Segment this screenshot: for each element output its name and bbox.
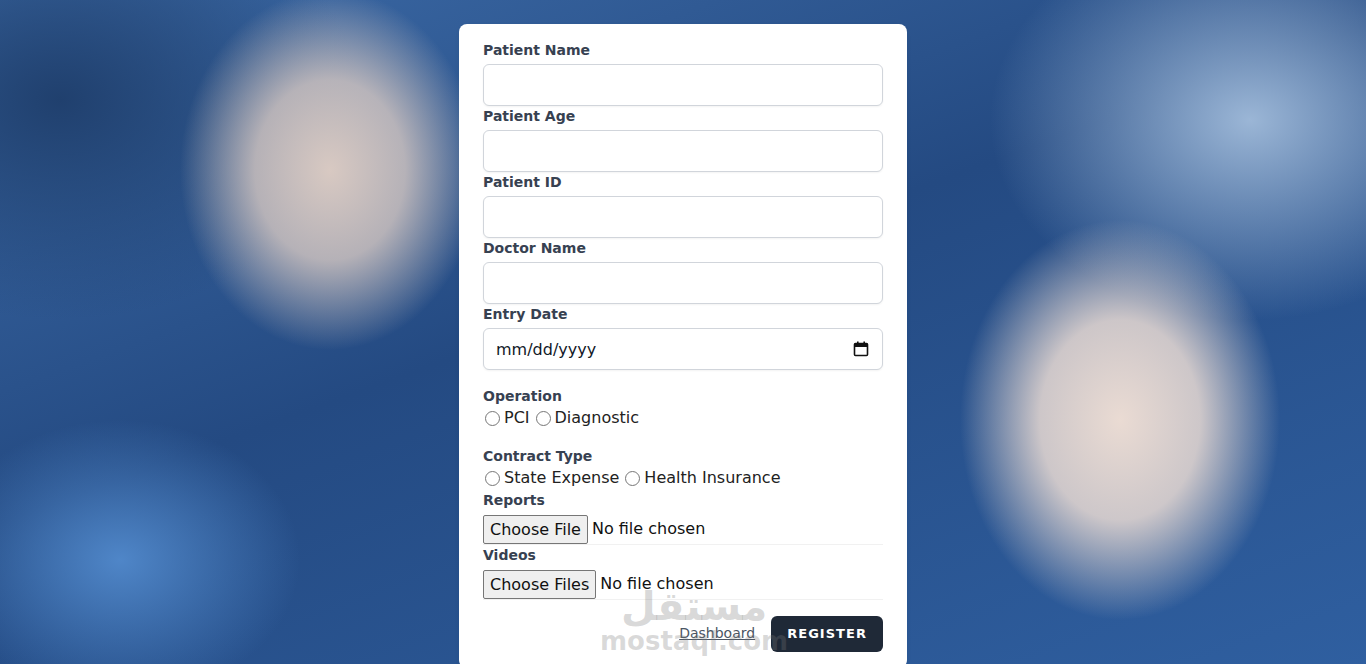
radio-label[interactable]: Diagnostic	[555, 406, 640, 430]
field-label: Patient Name	[483, 40, 883, 60]
upload-label: Videos	[483, 545, 883, 565]
text-field[interactable]	[483, 196, 883, 238]
watermark-arabic: مستقل	[600, 586, 788, 626]
text-field[interactable]	[483, 130, 883, 172]
radio-row: State Expense Health Insurance	[483, 466, 883, 490]
watermark-latin: mostaql.com	[600, 628, 788, 654]
contract-type-group: Contract TypeState Expense Health Insuran…	[483, 446, 883, 490]
field-label: Patient Age	[483, 106, 883, 126]
calendar-icon[interactable]	[853, 341, 869, 357]
radio-button[interactable]	[625, 471, 640, 486]
videos-upload: Videos Choose FilesNo file chosen	[483, 545, 883, 600]
group-label: Contract Type	[483, 446, 883, 466]
reports-upload: Reports Choose FileNo file chosen	[483, 490, 883, 545]
field-label: Patient ID	[483, 172, 883, 192]
radio-button[interactable]	[536, 411, 551, 426]
form-actions: Dashboard REGISTER	[483, 616, 883, 652]
field-label: Doctor Name	[483, 238, 883, 258]
register-button[interactable]: REGISTER	[771, 616, 883, 652]
radio-row: PCI Diagnostic	[483, 406, 883, 430]
dashboard-link[interactable]: Dashboard	[679, 623, 755, 644]
date-field-wrap	[483, 328, 883, 370]
radio-button[interactable]	[485, 411, 500, 426]
upload-label: Reports	[483, 490, 883, 510]
field-label: Entry Date	[483, 304, 883, 324]
radio-label[interactable]: PCI	[504, 406, 530, 430]
watermark: مستقلmostaql.com	[600, 586, 788, 654]
text-field[interactable]	[483, 64, 883, 106]
text-field[interactable]	[483, 262, 883, 304]
radio-label[interactable]: Health Insurance	[644, 466, 780, 490]
radio-button[interactable]	[485, 471, 500, 486]
date-field[interactable]	[483, 328, 883, 370]
radio-label[interactable]: State Expense	[504, 466, 619, 490]
group-label: Operation	[483, 386, 883, 406]
registration-form: Patient Name Patient Age Patient ID Doctor …	[459, 24, 907, 664]
file-input[interactable]: Choose FilesNo file chosen	[483, 569, 883, 600]
choose-file-button[interactable]: Choose Files	[483, 570, 596, 599]
file-status: No file chosen	[592, 517, 705, 541]
file-status: No file chosen	[600, 572, 713, 596]
file-input[interactable]: Choose FileNo file chosen	[483, 514, 883, 545]
operation-group: OperationPCI Diagnostic	[483, 386, 883, 430]
choose-file-button[interactable]: Choose File	[483, 515, 588, 544]
